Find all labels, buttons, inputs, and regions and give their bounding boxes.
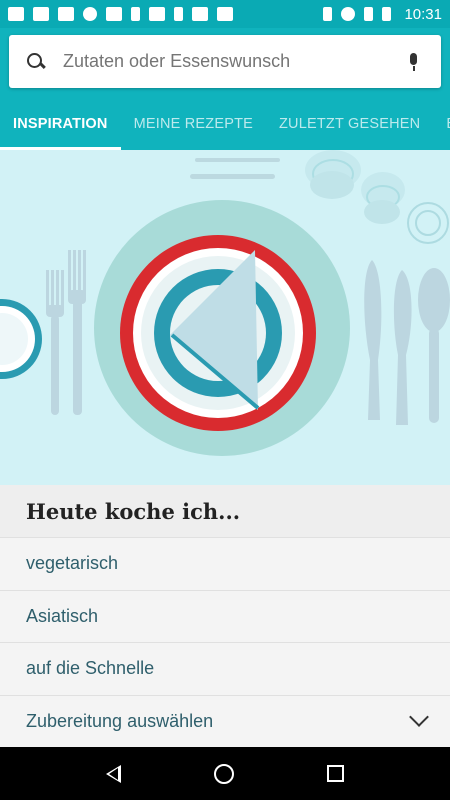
- option-label: auf die Schnelle: [26, 658, 155, 679]
- recents-icon[interactable]: [326, 765, 344, 782]
- signal-icon: [364, 7, 374, 21]
- search-input[interactable]: [63, 51, 403, 72]
- square-icon: [149, 7, 165, 21]
- download-icon: [131, 7, 140, 21]
- system-icons: 10:31: [323, 6, 442, 23]
- tab-bar: INSPIRATION MEINE REZEPTE ZULETZT GESEHE…: [0, 98, 450, 150]
- side-plate-icon: [0, 299, 42, 379]
- option-label: Zubereitung auswählen: [26, 710, 214, 731]
- wifi-icon: [341, 7, 356, 21]
- back-icon[interactable]: [106, 764, 122, 783]
- microphone-icon[interactable]: [403, 51, 425, 73]
- option-asiatisch[interactable]: Asiatisch: [0, 589, 450, 643]
- option-vegetarisch[interactable]: vegetarisch: [0, 537, 450, 590]
- forks-icon: [46, 250, 86, 415]
- tab-partial[interactable]: EI: [433, 98, 450, 150]
- home-icon[interactable]: [213, 763, 234, 784]
- search-bar[interactable]: [9, 35, 441, 88]
- bluetooth-icon: [323, 7, 333, 21]
- checkbox-icon: [58, 7, 74, 21]
- hero-banner: [0, 150, 450, 485]
- status-bar: 10:31: [0, 0, 450, 28]
- chat-icon: [8, 7, 24, 21]
- option-label: Asiatisch: [26, 605, 99, 626]
- option-zubereitung-dropdown[interactable]: Zubereitung auswählen: [0, 694, 450, 748]
- bottom-sheet: Heute koche ich... vegetarisch Asiatisch…: [0, 485, 450, 747]
- tab-meine-rezepte[interactable]: MEINE REZEPTE: [121, 98, 266, 150]
- knives-spoon-icon: [364, 260, 450, 425]
- sheet-title: Heute koche ich...: [0, 485, 450, 537]
- battery-icon: [382, 7, 392, 21]
- calendar-icon: [106, 7, 122, 21]
- chevron-down-icon[interactable]: [409, 707, 429, 728]
- option-auf-die-schnelle[interactable]: auf die Schnelle: [0, 642, 450, 695]
- notification-icons: [8, 7, 233, 21]
- tab-inspiration[interactable]: INSPIRATION: [0, 98, 121, 150]
- search-icon[interactable]: [25, 51, 47, 73]
- status-time: 10:31: [404, 5, 442, 23]
- option-label: vegetarisch: [26, 553, 119, 574]
- game-icon: [174, 7, 183, 21]
- dinner-plate-icon: [94, 200, 350, 456]
- gala-icon: [192, 7, 208, 21]
- table-setting-illustration: [0, 150, 450, 456]
- glasses-icon: [305, 150, 449, 244]
- cloud-upload-icon: [83, 7, 97, 21]
- image-icon: [33, 7, 49, 21]
- dessert-cutlery-icon: [190, 158, 280, 179]
- navigation-bar: [0, 747, 450, 800]
- app-header: INSPIRATION MEINE REZEPTE ZULETZT GESEHE…: [0, 28, 450, 150]
- tab-zuletzt-gesehen[interactable]: ZULETZT GESEHEN: [266, 98, 433, 150]
- checkbox-icon: [217, 7, 233, 21]
